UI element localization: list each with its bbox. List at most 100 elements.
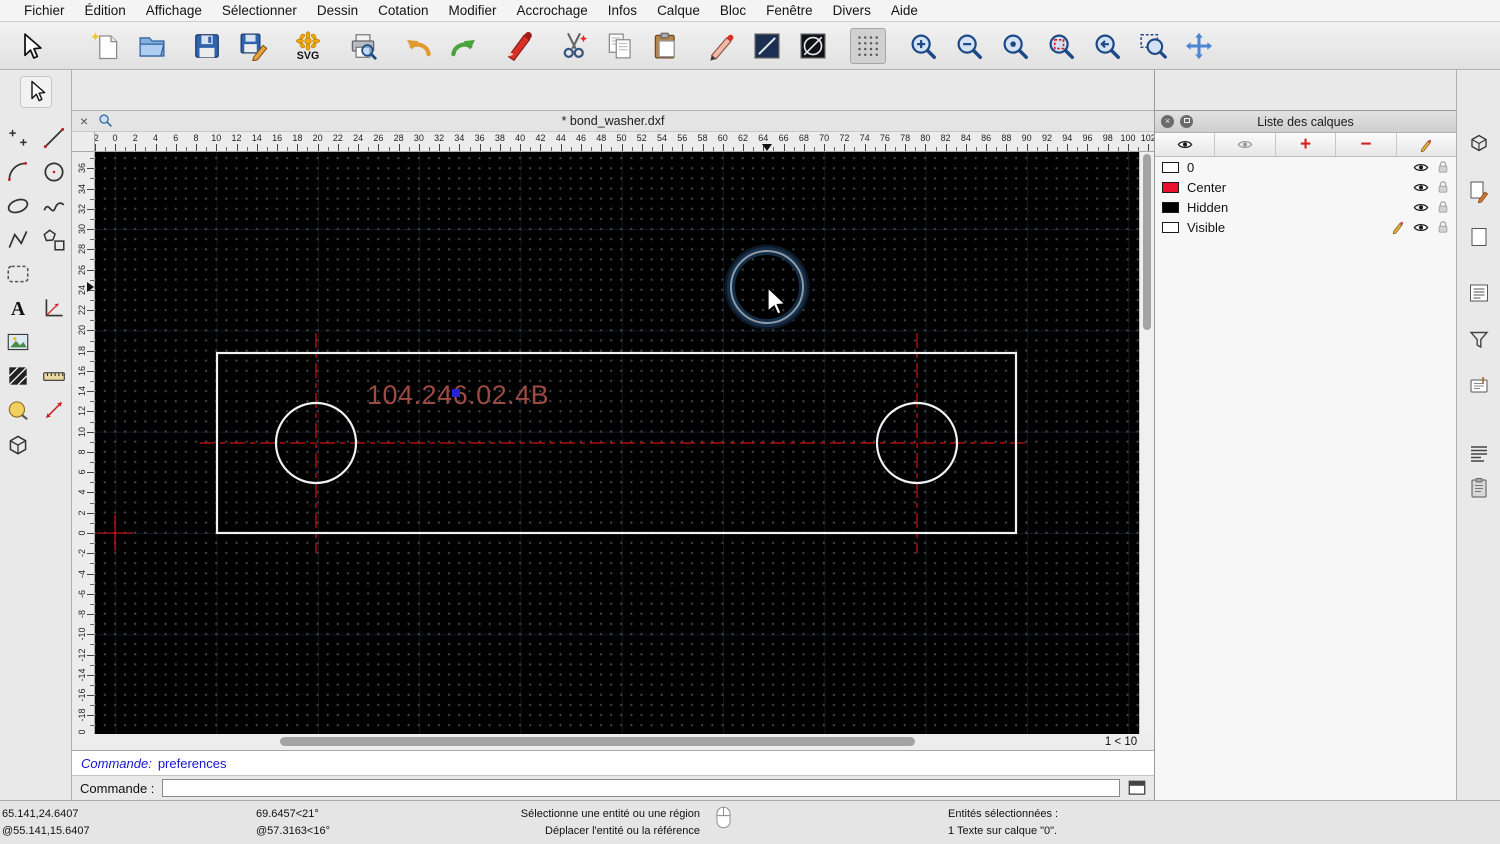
palette-select-button[interactable] — [19, 76, 52, 108]
zoom-selected-button[interactable] — [1043, 28, 1079, 64]
menu-aide[interactable]: Aide — [881, 3, 928, 18]
copy-button[interactable] — [602, 28, 638, 64]
menu-cotation[interactable]: Cotation — [368, 3, 438, 18]
vertical-scrollbar-thumb[interactable] — [1143, 154, 1151, 330]
drawing-canvas[interactable]: 104.246.02.4B — [95, 152, 1139, 734]
pen-attributes-button[interactable] — [703, 28, 739, 64]
hide-all-layers-eye-icon[interactable] — [1215, 133, 1276, 156]
export-svg-button[interactable]: SVG — [290, 28, 326, 64]
points-tool-button[interactable] — [2, 122, 34, 154]
hatch-tool-button[interactable] — [2, 360, 34, 392]
delete-selected-button[interactable] — [501, 28, 537, 64]
cut-button[interactable] — [556, 28, 592, 64]
line-attributes-button[interactable] — [749, 28, 785, 64]
measure-tool-button[interactable] — [38, 360, 70, 392]
save-button[interactable] — [189, 28, 225, 64]
horizontal-scrollbar[interactable] — [72, 734, 1088, 750]
open-file-button[interactable] — [134, 28, 170, 64]
menu-fenetre[interactable]: Fenêtre — [756, 3, 823, 18]
polygon-tool-button[interactable] — [38, 224, 70, 256]
layer-lock-icon[interactable] — [1437, 200, 1449, 214]
menu-infos[interactable]: Infos — [598, 3, 647, 18]
layer-visibility-eye-icon[interactable] — [1413, 162, 1429, 173]
menu-fichier[interactable]: Fichier — [14, 3, 75, 18]
selection-rect-tool-button[interactable] — [2, 258, 34, 290]
menu-affichage[interactable]: Affichage — [136, 3, 212, 18]
menu-divers[interactable]: Divers — [823, 3, 881, 18]
layer-lock-icon[interactable] — [1437, 220, 1449, 234]
selection-label: Entités sélectionnées : — [948, 808, 1059, 820]
command-input[interactable] — [162, 779, 1120, 797]
menu-modifier[interactable]: Modifier — [438, 3, 506, 18]
layer-row-0[interactable]: 0 — [1155, 157, 1456, 177]
panel-float-icon[interactable] — [1180, 115, 1193, 128]
layer-lock-icon[interactable] — [1437, 160, 1449, 174]
layer-visibility-eye-icon[interactable] — [1413, 202, 1429, 213]
layer-edit-pencil-icon — [1391, 220, 1405, 234]
close-document-icon[interactable]: × — [80, 114, 98, 128]
arc-tool-button[interactable] — [2, 156, 34, 188]
command-dock-icon[interactable] — [1128, 780, 1146, 796]
layer-row-hidden[interactable]: Hidden — [1155, 197, 1456, 217]
zoom-auto-button[interactable] — [997, 28, 1033, 64]
ellipse-tool-button[interactable] — [2, 190, 34, 222]
zoom-window-button[interactable] — [1135, 28, 1171, 64]
h-ruler-tick — [145, 147, 147, 151]
menu-bloc[interactable]: Bloc — [710, 3, 756, 18]
corner-dimension-tool-button[interactable] — [38, 292, 70, 324]
dock-page-icon[interactable] — [1465, 224, 1493, 252]
layer-visibility-eye-icon[interactable] — [1413, 182, 1429, 193]
panel-close-icon[interactable]: × — [1161, 115, 1174, 128]
h-ruler-label: 4 — [153, 133, 159, 143]
menu-edition[interactable]: Édition — [75, 3, 136, 18]
dock-list-icon[interactable] — [1465, 280, 1493, 308]
save-as-button[interactable] — [235, 28, 271, 64]
vertical-scrollbar[interactable] — [1139, 152, 1154, 734]
select-tool-button[interactable] — [12, 28, 48, 64]
dock-funnel-icon[interactable] — [1465, 327, 1493, 355]
solids-tool-button[interactable] — [2, 428, 34, 460]
zoom-pan-button[interactable] — [1181, 28, 1217, 64]
h-ruler-tick — [1067, 144, 1069, 151]
redo-button[interactable] — [446, 28, 482, 64]
remove-layer-button[interactable]: − — [1336, 133, 1397, 156]
paste-button[interactable] — [648, 28, 684, 64]
dimension-tool-button[interactable] — [38, 394, 70, 426]
layer-visibility-eye-icon[interactable] — [1413, 222, 1429, 233]
circle-tool-button[interactable] — [38, 156, 70, 188]
zoom-previous-button[interactable] — [1089, 28, 1125, 64]
text-tool-button[interactable]: A — [2, 292, 34, 324]
show-all-layers-eye-icon[interactable] — [1155, 133, 1216, 156]
menu-calque[interactable]: Calque — [647, 3, 710, 18]
zoom-in-button[interactable] — [905, 28, 941, 64]
menu-dessin[interactable]: Dessin — [307, 3, 368, 18]
dock-tag-icon[interactable] — [1465, 373, 1493, 401]
h-ruler-label: 14 — [251, 133, 262, 143]
dock-page-pencil-icon[interactable] — [1465, 178, 1493, 206]
order-tool-button[interactable] — [2, 394, 34, 426]
grid-orthogonal-button[interactable] — [850, 27, 886, 64]
dock-text-lines-icon[interactable] — [1465, 441, 1493, 469]
layer-row-center[interactable]: Center — [1155, 177, 1456, 197]
menu-accrochage[interactable]: Accrochage — [506, 3, 597, 18]
line-tool-button[interactable] — [38, 122, 70, 154]
dock-cube-icon[interactable] — [1465, 130, 1493, 158]
zoom-out-button[interactable] — [951, 28, 987, 64]
dock-clipboard-icon[interactable] — [1465, 475, 1493, 503]
add-layer-button[interactable]: + — [1275, 133, 1337, 156]
menu-selectionner[interactable]: Sélectionner — [212, 3, 307, 18]
polyline-tool-button[interactable] — [2, 224, 34, 256]
horizontal-scrollbar-thumb[interactable] — [280, 737, 915, 746]
edit-layer-button[interactable] — [1396, 133, 1457, 156]
layer-lock-icon[interactable] — [1437, 180, 1449, 194]
toolbar-group — [556, 28, 684, 64]
undo-button[interactable] — [400, 28, 436, 64]
new-document-button[interactable] — [88, 28, 124, 64]
image-tool-button[interactable] — [2, 326, 34, 358]
print-preview-button[interactable] — [345, 28, 381, 64]
layer-row-visible[interactable]: Visible — [1155, 217, 1456, 237]
h-ruler-tick — [358, 144, 360, 151]
spline-tool-button[interactable] — [38, 190, 70, 222]
h-ruler-tick — [439, 144, 441, 151]
circle-attributes-button[interactable] — [795, 28, 831, 64]
